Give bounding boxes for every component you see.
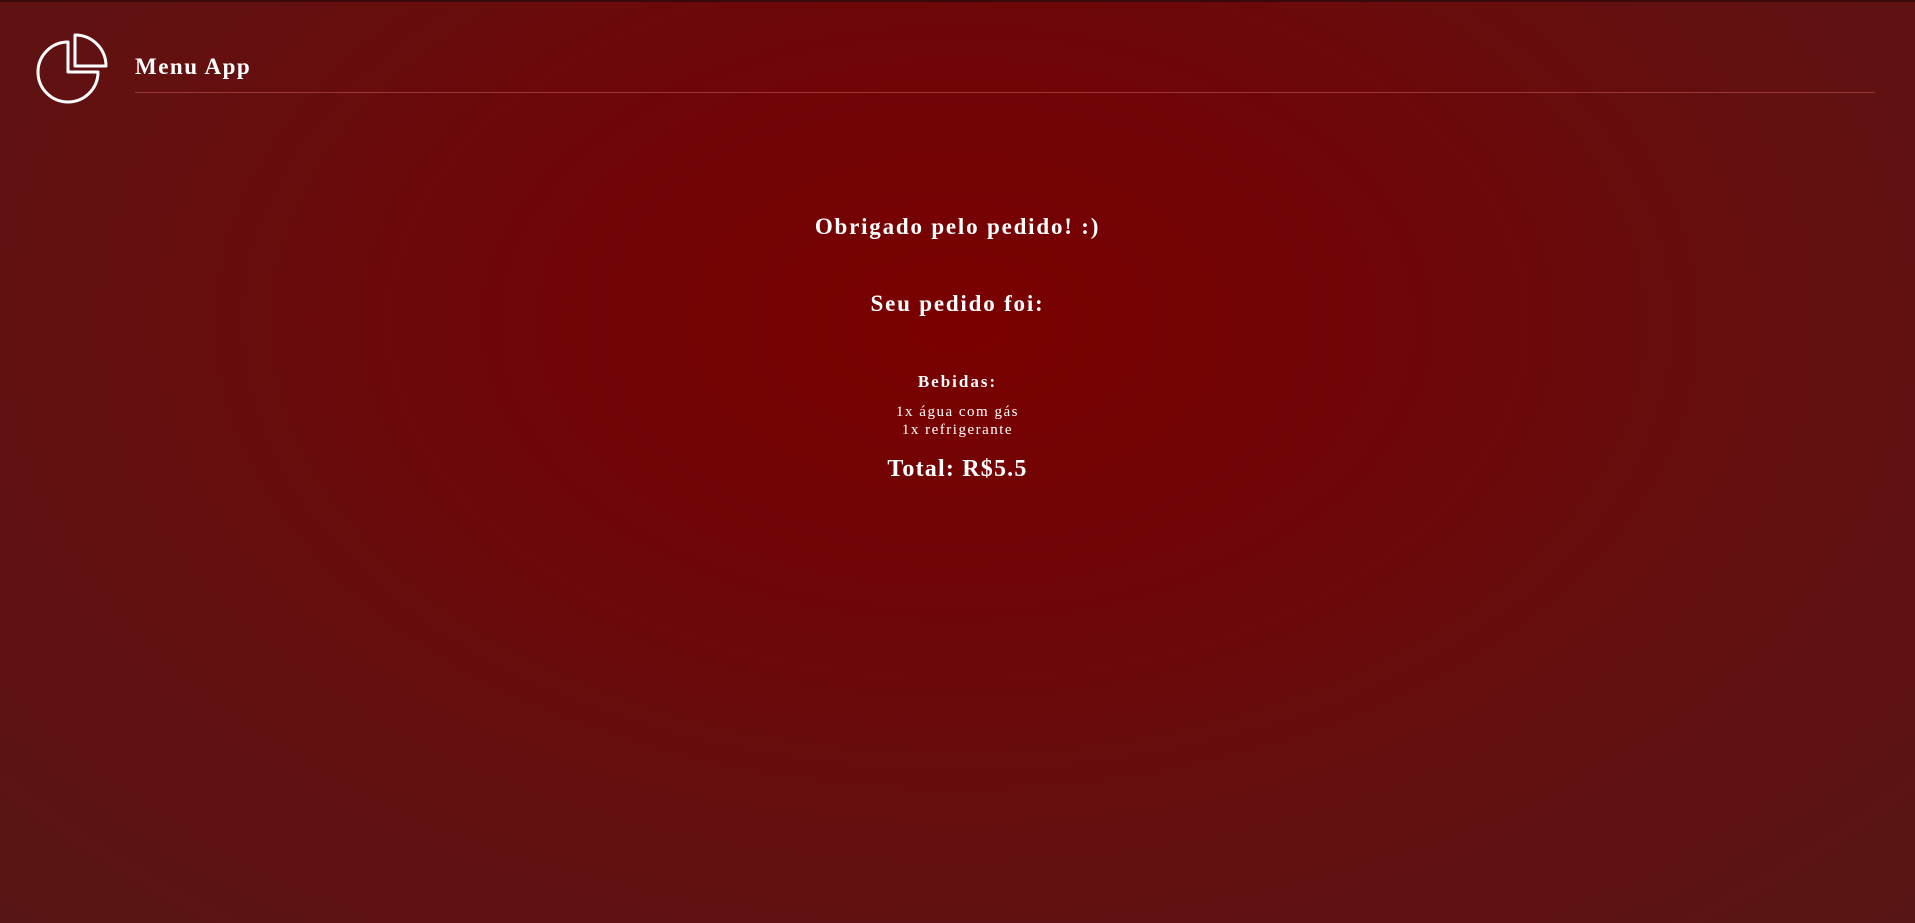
pie-chart-icon[interactable] bbox=[32, 32, 110, 110]
order-items-list: 1x água com gás 1x refrigerante bbox=[0, 403, 1915, 439]
app-title: Menu App bbox=[135, 54, 252, 79]
app-header: Menu App bbox=[0, 2, 1915, 112]
order-total: Total: R$5.5 bbox=[887, 456, 1028, 482]
order-heading: Seu pedido foi: bbox=[870, 291, 1045, 316]
list-item: 1x refrigerante bbox=[901, 422, 1014, 438]
header-divider bbox=[135, 92, 1875, 93]
list-item: 1x água com gás bbox=[896, 404, 1019, 420]
category-label-drinks: Bebidas: bbox=[917, 372, 998, 391]
thanks-message: Obrigado pelo pedido! :) bbox=[814, 214, 1101, 239]
